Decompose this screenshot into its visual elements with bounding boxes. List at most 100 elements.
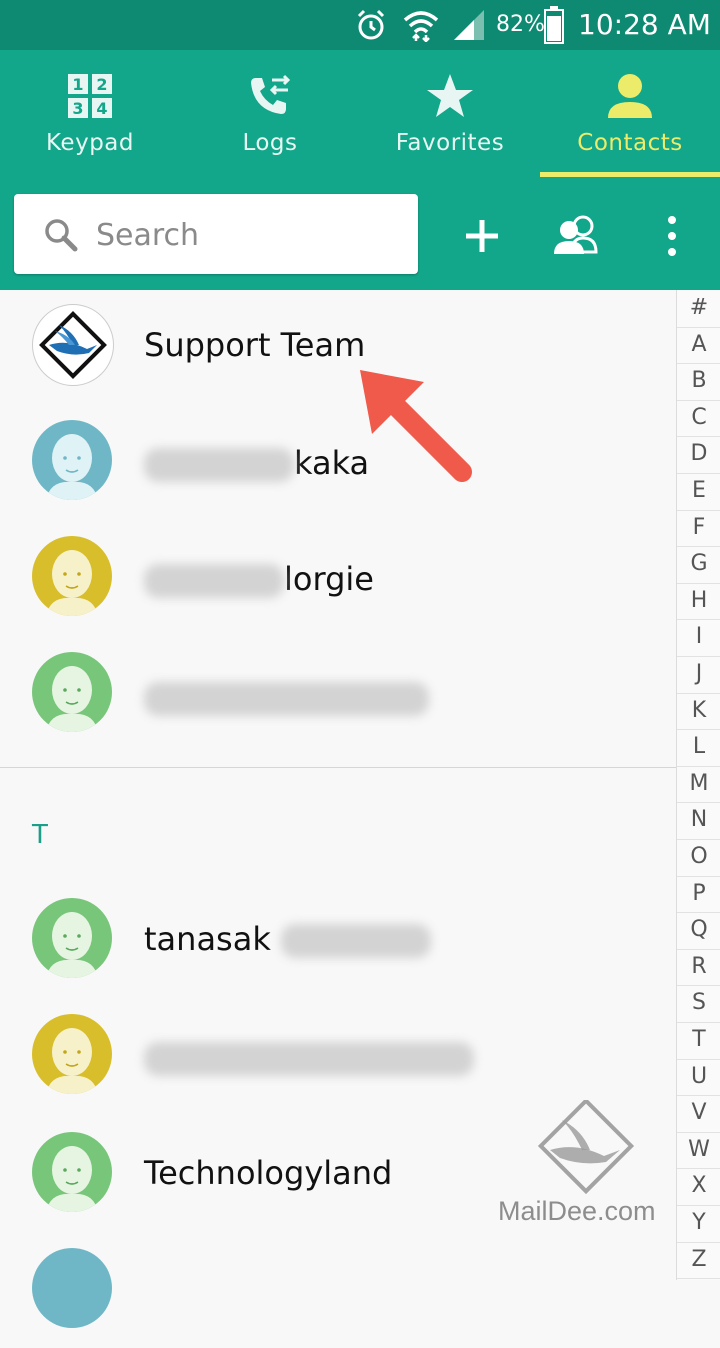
tab-contacts[interactable]: Contacts — [540, 50, 720, 178]
index-letter-l[interactable]: L — [677, 729, 720, 767]
index-letter-f[interactable]: F — [677, 510, 720, 548]
blurred-name — [144, 448, 294, 482]
contact-avatar — [32, 536, 112, 616]
app-bar: 1 2 3 4 Keypad Logs Favorites Contacts — [0, 50, 720, 290]
contact-avatar-logo — [32, 304, 114, 386]
wifi-icon — [403, 11, 439, 42]
index-letter-h[interactable]: H — [677, 583, 720, 621]
index-letter-hash[interactable]: # — [677, 290, 720, 328]
index-letter-e[interactable]: E — [677, 473, 720, 511]
alphabet-index-bar[interactable]: # A B C D E F G H I J K L M N O P Q R S T U V W X Y Z — [676, 290, 720, 1280]
company-logo-icon — [39, 311, 107, 379]
contact-avatar — [32, 898, 112, 978]
index-letter-g[interactable]: G — [677, 546, 720, 584]
contact-row[interactable] — [0, 996, 676, 1112]
index-letter-v[interactable]: V — [677, 1095, 720, 1133]
contact-avatar — [32, 1248, 112, 1328]
search-icon — [45, 219, 78, 252]
person-placeholder-icon — [46, 550, 98, 616]
contact-row[interactable]: kaka — [0, 406, 676, 522]
tab-keypad[interactable]: 1 2 3 4 Keypad — [0, 50, 180, 178]
signal-icon — [454, 10, 484, 40]
index-letter-r[interactable]: R — [677, 949, 720, 987]
tab-contacts-label: Contacts — [577, 130, 683, 156]
blurred-name — [144, 682, 429, 716]
index-letter-q[interactable]: Q — [677, 912, 720, 950]
contact-avatar — [32, 652, 112, 732]
person-placeholder-icon — [46, 1028, 98, 1094]
battery-percent: 82% — [496, 12, 545, 37]
call-log-icon — [251, 74, 291, 114]
contact-name: kaka — [144, 444, 369, 482]
section-divider — [0, 767, 676, 768]
svg-text:2: 2 — [96, 75, 107, 94]
contact-name-suffix: lorgie — [284, 560, 374, 598]
contact-person-icon — [608, 74, 652, 118]
groups-icon[interactable] — [550, 214, 602, 258]
index-letter-n[interactable]: N — [677, 802, 720, 840]
watermark-logo-icon — [537, 1097, 635, 1195]
index-letter-z[interactable]: Z — [677, 1242, 720, 1280]
index-letter-x[interactable]: X — [677, 1168, 720, 1206]
person-placeholder-icon — [46, 1146, 98, 1212]
index-letter-c[interactable]: C — [677, 400, 720, 438]
status-bar: 82% 10:28 AM — [0, 0, 720, 50]
index-letter-w[interactable]: W — [677, 1132, 720, 1170]
add-icon[interactable] — [456, 214, 508, 258]
person-placeholder-icon — [46, 434, 98, 500]
contact-row[interactable]: lorgie — [0, 522, 676, 638]
contact-row-support-team[interactable]: Support Team — [0, 290, 676, 406]
index-letter-s[interactable]: S — [677, 985, 720, 1023]
index-letter-y[interactable]: Y — [677, 1205, 720, 1243]
tab-favorites-label: Favorites — [395, 130, 505, 156]
tab-keypad-label: Keypad — [46, 130, 134, 156]
contact-name-text: tanasak — [144, 920, 271, 958]
index-letter-b[interactable]: B — [677, 363, 720, 401]
contact-avatar — [32, 420, 112, 500]
tab-logs-label: Logs — [242, 130, 298, 156]
index-letter-o[interactable]: O — [677, 839, 720, 877]
keypad-icon: 1 2 3 4 — [68, 74, 112, 118]
index-letter-t[interactable]: T — [677, 1022, 720, 1060]
index-letter-j[interactable]: J — [677, 656, 720, 694]
section-header-letter: T — [32, 820, 48, 850]
watermark-text: MailDee.com — [498, 1196, 656, 1226]
tab-favorites[interactable]: Favorites — [360, 50, 540, 178]
contact-name — [144, 1038, 474, 1076]
contact-name: lorgie — [144, 560, 374, 598]
contact-row[interactable] — [0, 638, 676, 754]
contact-avatar — [32, 1132, 112, 1212]
alarm-icon — [357, 9, 385, 40]
blurred-name — [144, 564, 284, 598]
svg-text:3: 3 — [72, 99, 83, 118]
person-placeholder-icon — [46, 666, 98, 732]
blurred-name — [281, 924, 432, 958]
contact-avatar — [32, 1014, 112, 1094]
annotation-arrow-icon — [360, 370, 472, 482]
contact-name: Support Team — [144, 326, 366, 364]
index-letter-p[interactable]: P — [677, 876, 720, 914]
index-letter-u[interactable]: U — [677, 1059, 720, 1097]
search-input[interactable] — [94, 208, 398, 262]
clock: 10:28 AM — [578, 8, 711, 41]
star-icon — [427, 74, 473, 117]
search-box[interactable] — [14, 194, 418, 274]
more-options-icon[interactable] — [646, 214, 698, 258]
watermark: MailDee.com — [496, 1097, 676, 1240]
tab-logs[interactable]: Logs — [180, 50, 360, 178]
blurred-name — [144, 1042, 474, 1076]
battery-icon — [544, 6, 564, 44]
svg-text:4: 4 — [96, 99, 107, 118]
contact-row-tanasak[interactable]: tanasak — [0, 880, 676, 996]
contact-name: tanasak — [144, 920, 432, 958]
index-letter-d[interactable]: D — [677, 436, 720, 474]
person-placeholder-icon — [46, 912, 98, 978]
index-letter-a[interactable]: A — [677, 327, 720, 365]
contact-name: Technologyland — [144, 1154, 393, 1192]
index-letter-k[interactable]: K — [677, 693, 720, 731]
index-letter-m[interactable]: M — [677, 766, 720, 804]
contact-row-partial[interactable] — [0, 1232, 676, 1348]
active-tab-indicator — [540, 172, 720, 177]
index-letter-i[interactable]: I — [677, 619, 720, 657]
contact-name — [144, 678, 429, 716]
